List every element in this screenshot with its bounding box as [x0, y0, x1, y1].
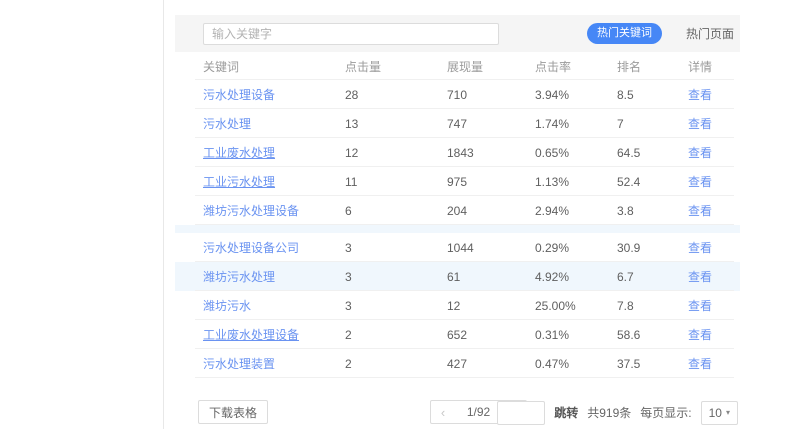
hot-pages-button[interactable]: 热门页面	[686, 25, 734, 42]
column-header: 点击率	[535, 58, 617, 75]
jump-button[interactable]: 跳转	[554, 404, 578, 421]
column-header: 点击量	[345, 58, 447, 75]
keyword-link[interactable]: 工业污水处理	[195, 173, 345, 190]
view-detail-link[interactable]: 查看	[688, 297, 732, 314]
table-row: 污水处理137471.74%7查看	[175, 109, 740, 138]
cell-clicks: 3	[345, 270, 447, 284]
cell-impressions: 652	[447, 328, 535, 342]
cell-impressions: 747	[447, 117, 535, 131]
cell-rank: 6.7	[617, 270, 688, 284]
cell-ctr: 25.00%	[535, 299, 617, 313]
table-body: 污水处理设备287103.94%8.5查看污水处理137471.74%7查看工业…	[175, 80, 740, 378]
cell-clicks: 3	[345, 241, 447, 255]
cell-ctr: 2.94%	[535, 204, 617, 218]
column-header: 排名	[617, 58, 688, 75]
highlight-band	[175, 225, 740, 233]
jump-page-input[interactable]	[497, 401, 545, 425]
view-detail-link[interactable]: 查看	[688, 202, 732, 219]
per-page-label: 每页显示:	[640, 404, 691, 421]
cell-rank: 64.5	[617, 146, 688, 160]
keyword-link[interactable]: 潍坊污水处理	[195, 268, 345, 285]
footer-right-group: 跳转 共919条 每页显示: 10 ▾	[497, 400, 738, 425]
download-table-button[interactable]: 下载表格	[198, 400, 268, 424]
table-row: 工业污水处理119751.13%52.4查看	[175, 167, 740, 196]
current-page-indicator: 1/92	[455, 405, 502, 419]
cell-rank: 8.5	[617, 88, 688, 102]
column-header: 关键词	[195, 58, 345, 75]
cell-impressions: 427	[447, 357, 535, 371]
cell-clicks: 11	[345, 175, 447, 189]
keyword-link[interactable]: 污水处理	[195, 115, 345, 132]
keyword-link[interactable]: 潍坊污水	[195, 297, 345, 314]
page-size-value: 10	[709, 406, 722, 420]
total-count-label: 共919条	[587, 404, 631, 421]
column-header: 展现量	[447, 58, 535, 75]
toolbar: 热门关键词 热门页面	[175, 15, 740, 52]
table-row: 潍坊污水31225.00%7.8查看	[175, 291, 740, 320]
keyword-link[interactable]: 工业废水处理设备	[195, 326, 345, 343]
table-row: 污水处理设备公司310440.29%30.9查看	[175, 233, 740, 262]
cell-ctr: 0.31%	[535, 328, 617, 342]
cell-impressions: 975	[447, 175, 535, 189]
prev-page-icon[interactable]: ‹	[431, 405, 455, 420]
cell-impressions: 61	[447, 270, 535, 284]
table-header: 关键词点击量展现量点击率排名详情	[175, 52, 740, 80]
table-row: 潍坊污水处理3614.92%6.7查看	[175, 262, 740, 291]
cell-clicks: 28	[345, 88, 447, 102]
cell-ctr: 1.74%	[535, 117, 617, 131]
cell-clicks: 3	[345, 299, 447, 313]
keyword-link[interactable]: 污水处理设备公司	[195, 239, 345, 256]
keyword-link[interactable]: 污水处理设备	[195, 86, 345, 103]
cell-rank: 52.4	[617, 175, 688, 189]
cell-clicks: 13	[345, 117, 447, 131]
view-detail-link[interactable]: 查看	[688, 115, 732, 132]
table-row: 污水处理装置24270.47%37.5查看	[175, 349, 740, 378]
table-footer: 下载表格 ‹ 1/92 › 跳转 共919条 每页显示: 10 ▾	[175, 400, 740, 425]
view-detail-link[interactable]: 查看	[688, 86, 732, 103]
table-row: 污水处理设备287103.94%8.5查看	[175, 80, 740, 109]
page-size-select[interactable]: 10 ▾	[701, 401, 738, 425]
cell-rank: 30.9	[617, 241, 688, 255]
cell-rank: 58.6	[617, 328, 688, 342]
cell-ctr: 4.92%	[535, 270, 617, 284]
cell-ctr: 1.13%	[535, 175, 617, 189]
cell-impressions: 12	[447, 299, 535, 313]
search-input[interactable]	[203, 23, 499, 45]
cell-rank: 3.8	[617, 204, 688, 218]
table-row: 工业废水处理1218430.65%64.5查看	[175, 138, 740, 167]
view-detail-link[interactable]: 查看	[688, 173, 732, 190]
view-detail-link[interactable]: 查看	[688, 239, 732, 256]
cell-rank: 7.8	[617, 299, 688, 313]
vertical-divider	[163, 0, 164, 429]
keyword-link[interactable]: 工业废水处理	[195, 144, 345, 161]
view-detail-link[interactable]: 查看	[688, 326, 732, 343]
cell-rank: 7	[617, 117, 688, 131]
cell-rank: 37.5	[617, 357, 688, 371]
hot-keywords-button[interactable]: 热门关键词	[587, 23, 662, 44]
cell-clicks: 12	[345, 146, 447, 160]
cell-clicks: 6	[345, 204, 447, 218]
cell-clicks: 2	[345, 328, 447, 342]
chevron-down-icon: ▾	[726, 408, 730, 417]
table-row: 工业废水处理设备26520.31%58.6查看	[175, 320, 740, 349]
view-detail-link[interactable]: 查看	[688, 268, 732, 285]
view-detail-link[interactable]: 查看	[688, 144, 732, 161]
cell-ctr: 0.29%	[535, 241, 617, 255]
cell-ctr: 0.47%	[535, 357, 617, 371]
cell-ctr: 3.94%	[535, 88, 617, 102]
keyword-link[interactable]: 污水处理装置	[195, 355, 345, 372]
table-row: 潍坊污水处理设备62042.94%3.8查看	[175, 196, 740, 225]
keyword-stats-panel: 热门关键词 热门页面 关键词点击量展现量点击率排名详情 污水处理设备287103…	[175, 0, 740, 425]
keyword-link[interactable]: 潍坊污水处理设备	[195, 202, 345, 219]
cell-impressions: 1044	[447, 241, 535, 255]
cell-clicks: 2	[345, 357, 447, 371]
cell-impressions: 1843	[447, 146, 535, 160]
cell-ctr: 0.65%	[535, 146, 617, 160]
cell-impressions: 710	[447, 88, 535, 102]
view-detail-link[interactable]: 查看	[688, 355, 732, 372]
column-header: 详情	[688, 58, 732, 75]
cell-impressions: 204	[447, 204, 535, 218]
